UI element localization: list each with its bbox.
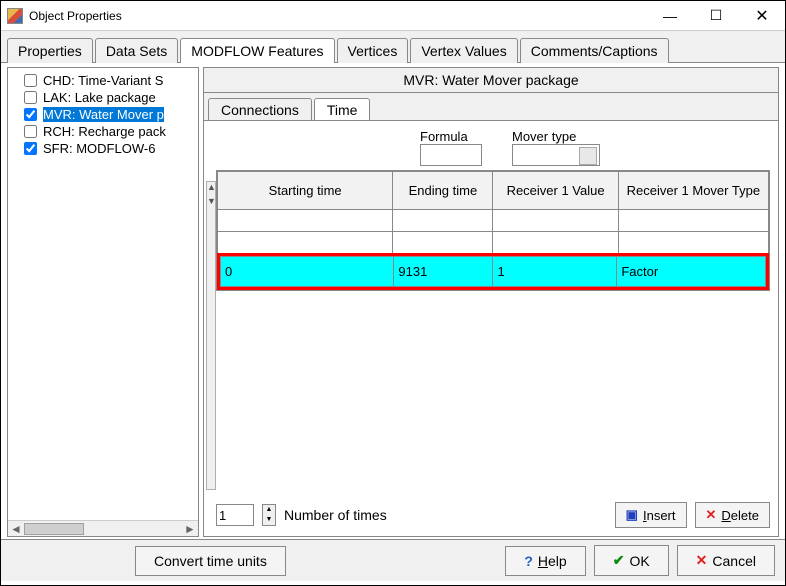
tab-properties[interactable]: Properties [7, 38, 93, 63]
cancel-icon: ✕ [696, 552, 708, 569]
tree-item-lak[interactable]: LAK: Lake package [10, 89, 196, 106]
chevron-down-icon: ▼ [584, 151, 593, 161]
maximize-button[interactable]: ☐ [693, 1, 739, 31]
tab-comments-captions[interactable]: Comments/Captions [520, 38, 669, 63]
formula-label: Formula [420, 129, 482, 144]
tab-data-sets[interactable]: Data Sets [95, 38, 178, 63]
help-icon: ? [524, 553, 533, 569]
tree-checkbox[interactable] [24, 91, 37, 104]
dialog-button-bar: Convert time units ? HHelpelp ✔ OK ✕ Can… [1, 539, 785, 581]
title-bar: Object Properties — ☐ ✕ [1, 1, 785, 31]
main-tab-bar: Properties Data Sets MODFLOW Features Ve… [1, 31, 785, 63]
number-of-times-label: Number of times [284, 507, 387, 523]
scroll-down-icon[interactable]: ▼ [207, 196, 215, 210]
tree-label: MVR: Water Mover p [43, 107, 164, 122]
table-row[interactable] [218, 232, 769, 254]
insert-icon: ▣ [626, 507, 638, 523]
ok-button[interactable]: ✔ OK [594, 545, 669, 576]
col-receiver-1-mover-type[interactable]: Receiver 1 Mover Type [618, 172, 768, 210]
cell-starting-time[interactable]: 0 [221, 257, 394, 287]
subtab-connections[interactable]: Connections [208, 98, 312, 121]
insert-button[interactable]: ▣ IInsertnsert [615, 502, 687, 528]
window-title: Object Properties [29, 9, 122, 23]
panel-title: MVR: Water Mover package [203, 67, 779, 92]
number-of-times-stepper[interactable]: ▲ ▼ [262, 504, 276, 526]
col-starting-time[interactable]: Starting time [218, 172, 393, 210]
help-button[interactable]: ? HHelpelp [505, 546, 585, 576]
check-icon: ✔ [613, 552, 625, 569]
tree-label: CHD: Time-Variant S [43, 73, 163, 88]
cancel-button[interactable]: ✕ Cancel [677, 545, 775, 576]
scroll-thumb[interactable] [24, 523, 84, 535]
tree-label: SFR: MODFLOW-6 [43, 141, 155, 156]
sub-tab-bar: Connections Time [203, 92, 779, 120]
scroll-up-icon[interactable]: ▲ [207, 182, 215, 196]
number-of-times-input[interactable] [216, 504, 254, 526]
tree-item-mvr[interactable]: MVR: Water Mover p [10, 106, 196, 123]
tree-label: RCH: Recharge pack [43, 124, 166, 139]
tree-checkbox[interactable] [24, 74, 37, 87]
tab-vertices[interactable]: Vertices [337, 38, 409, 63]
highlighted-row-box: 0 9131 1 Factor [217, 253, 769, 290]
panel-footer: ▲ ▼ Number of times ▣ IInsertnsert ✕ DDe… [216, 496, 770, 528]
col-ending-time[interactable]: Ending time [393, 172, 493, 210]
mover-type-label: Mover type [512, 129, 600, 144]
subtab-time[interactable]: Time [314, 98, 371, 121]
scroll-right-icon[interactable]: ► [182, 522, 198, 536]
tree-label: LAK: Lake package [43, 90, 156, 105]
cell-ending-time[interactable]: 9131 [394, 257, 493, 287]
convert-time-units-button[interactable]: Convert time units [135, 546, 286, 576]
tree-checkbox[interactable] [24, 125, 37, 138]
tree-checkbox[interactable] [24, 108, 37, 121]
time-grid: Starting time Ending time Receiver 1 Val… [216, 170, 770, 291]
tree-hscrollbar[interactable]: ◄ ► [8, 520, 198, 536]
panel-body: ▲ ▼ Formula Mover type ▼ Starting [203, 120, 779, 537]
close-button[interactable]: ✕ [739, 1, 785, 31]
chevron-up-icon[interactable]: ▲ [263, 505, 275, 515]
app-icon [7, 8, 23, 24]
minimize-button[interactable]: — [647, 1, 693, 31]
mover-type-select[interactable]: ▼ [512, 144, 600, 166]
table-row-highlighted[interactable]: 0 9131 1 Factor [221, 257, 766, 287]
tab-modflow-features[interactable]: MODFLOW Features [180, 38, 334, 63]
table-row[interactable] [218, 210, 769, 232]
formula-input[interactable] [420, 144, 482, 166]
tree-item-chd[interactable]: CHD: Time-Variant S [10, 72, 196, 89]
cell-receiver-1-mover-type[interactable]: Factor [617, 257, 766, 287]
tree-item-rch[interactable]: RCH: Recharge pack [10, 123, 196, 140]
scroll-left-icon[interactable]: ◄ [8, 522, 24, 536]
panel-vscrollbar[interactable]: ▲ ▼ [206, 181, 216, 490]
col-receiver-1-value[interactable]: Receiver 1 Value [493, 172, 618, 210]
cell-receiver-1-value[interactable]: 1 [493, 257, 617, 287]
delete-button[interactable]: ✕ DDeleteelete [695, 502, 771, 528]
tab-vertex-values[interactable]: Vertex Values [410, 38, 517, 63]
tree-checkbox[interactable] [24, 142, 37, 155]
tree-item-sfr[interactable]: SFR: MODFLOW-6 [10, 140, 196, 157]
chevron-down-icon[interactable]: ▼ [263, 515, 275, 525]
feature-tree: CHD: Time-Variant S LAK: Lake package MV… [7, 67, 199, 537]
delete-icon: ✕ [706, 507, 717, 523]
